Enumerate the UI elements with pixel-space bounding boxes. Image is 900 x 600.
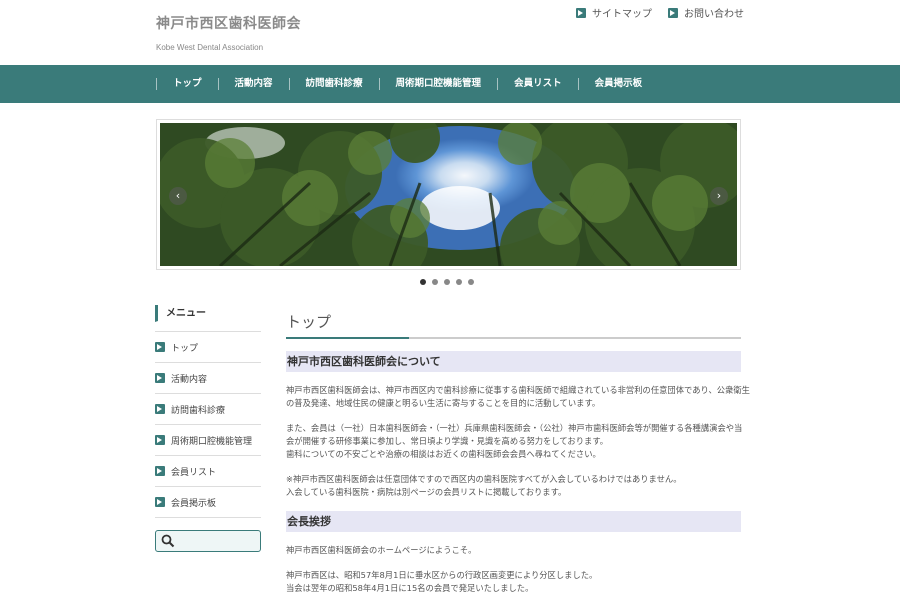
nav-item-members[interactable]: 会員リスト bbox=[497, 78, 578, 90]
sidebar: メニュー トップ 活動内容 訪問歯科診療 周術期口腔機能管理 会員リスト 会員掲… bbox=[155, 305, 261, 552]
greeting-paragraph: 神戸市西区歯科医師会のホームページにようこそ。 bbox=[286, 544, 741, 557]
forest-canopy-image bbox=[160, 123, 737, 266]
text-line: 神戸市西区歯科医師会は、神戸市西区内で歯科診療に従事する歯科医師で組織されている… bbox=[286, 385, 750, 395]
slide-next-button[interactable]: › bbox=[710, 187, 728, 205]
slide-image: ‹ › bbox=[160, 123, 737, 266]
nav-item-board[interactable]: 会員掲示板 bbox=[577, 78, 659, 90]
sidebar-item-members[interactable]: 会員リスト bbox=[155, 456, 261, 487]
arrow-right-icon bbox=[155, 435, 165, 445]
section-heading-greeting: 会長挨拶 bbox=[286, 511, 741, 532]
nav-item-activities[interactable]: 活動内容 bbox=[217, 78, 289, 90]
section-heading-about: 神戸市西区歯科医師会について bbox=[286, 351, 741, 372]
text-line: 神戸市西区は、昭和57年8月1日に垂水区からの行政区画変更により分区しました。 bbox=[286, 570, 598, 580]
greeting-paragraph: 神戸市西区は、昭和57年8月1日に垂水区からの行政区画変更により分区しました。 … bbox=[286, 569, 741, 595]
arrow-right-icon bbox=[155, 342, 165, 352]
site-subtitle: Kobe West Dental Association bbox=[156, 43, 264, 52]
arrow-right-icon bbox=[576, 7, 586, 18]
site-title[interactable]: 神戸市西区歯科医師会 bbox=[156, 13, 301, 33]
sidebar-item-home-visit[interactable]: 訪問歯科診療 bbox=[155, 394, 261, 425]
nav-item-top[interactable]: トップ bbox=[156, 78, 218, 90]
sidebar-item-activities[interactable]: 活動内容 bbox=[155, 363, 261, 394]
contact-link[interactable]: お問い合わせ bbox=[668, 5, 744, 20]
sidebar-item-label: 会員リスト bbox=[171, 467, 217, 478]
sidebar-item-label: 周術期口腔機能管理 bbox=[171, 436, 253, 447]
sidebar-item-board[interactable]: 会員掲示板 bbox=[155, 487, 261, 518]
utility-links: サイトマップ お問い合わせ bbox=[576, 5, 744, 20]
sidebar-item-label: 訪問歯科診療 bbox=[171, 405, 226, 416]
arrow-right-icon bbox=[155, 466, 165, 476]
contact-label: お問い合わせ bbox=[684, 9, 744, 20]
slider-dot[interactable] bbox=[420, 279, 426, 285]
text-line: 歯科についての不安ごとや治療の相談はお近くの歯科医師会会員へ尋ねてください。 bbox=[286, 449, 601, 459]
sidebar-item-label: 会員掲示板 bbox=[171, 498, 217, 509]
arrow-right-icon bbox=[668, 7, 678, 18]
arrow-right-icon bbox=[155, 373, 165, 383]
arrow-right-icon bbox=[155, 404, 165, 414]
sidebar-item-top[interactable]: トップ bbox=[155, 332, 261, 363]
text-line: また、会員は（一社）日本歯科医師会・（一社）兵庫県歯科医師会・（公社）神戸市歯科… bbox=[286, 423, 743, 433]
text-line: ※神戸市西区歯科医師会は任意団体ですので西区内の歯科医院すべてが入会しているわけ… bbox=[286, 474, 682, 484]
arrow-right-icon bbox=[155, 497, 165, 507]
sidebar-item-perioperative[interactable]: 周術期口腔機能管理 bbox=[155, 425, 261, 456]
nav-item-perioperative[interactable]: 周術期口腔機能管理 bbox=[378, 78, 498, 90]
search-icon[interactable] bbox=[161, 534, 175, 548]
title-rule bbox=[286, 337, 741, 339]
text-line: 入会している歯科医院・病院は別ページの会員リストに掲載しております。 bbox=[286, 487, 567, 497]
slider-dot[interactable] bbox=[444, 279, 450, 285]
about-paragraph: ※神戸市西区歯科医師会は任意団体ですので西区内の歯科医院すべてが入会しているわけ… bbox=[286, 473, 741, 499]
nav-item-home-visit[interactable]: 訪問歯科診療 bbox=[288, 78, 379, 90]
text-line: 神戸市西区歯科医師会のホームページにようこそ。 bbox=[286, 545, 477, 555]
image-slider: ‹ › bbox=[156, 119, 741, 270]
slider-dots bbox=[420, 279, 474, 285]
main-nav: トップ 活動内容 訪問歯科診療 周術期口腔機能管理 会員リスト 会員掲示板 bbox=[0, 65, 900, 103]
slide-prev-button[interactable]: ‹ bbox=[169, 187, 187, 205]
search-box bbox=[155, 530, 261, 552]
slider-dot[interactable] bbox=[432, 279, 438, 285]
sitemap-link[interactable]: サイトマップ bbox=[576, 5, 652, 20]
about-paragraph: また、会員は（一社）日本歯科医師会・（一社）兵庫県歯科医師会・（公社）神戸市歯科… bbox=[286, 422, 743, 461]
slider-dot[interactable] bbox=[456, 279, 462, 285]
page-title: トップ bbox=[286, 313, 332, 331]
nav-list: トップ 活動内容 訪問歯科診療 周術期口腔機能管理 会員リスト 会員掲示板 bbox=[156, 65, 658, 103]
text-line: の普及発達、地域住民の健康と明るい生活に寄与することを目的に活動しています。 bbox=[286, 398, 601, 408]
slider-dot[interactable] bbox=[468, 279, 474, 285]
text-line: 会が開催する研修事業に参加し、常日頃より学識・見識を高める努力をしております。 bbox=[286, 436, 609, 446]
sitemap-label: サイトマップ bbox=[592, 9, 652, 20]
text-line: 当会は翌年の昭和58年4月1日に15名の会員で発足いたしました。 bbox=[286, 583, 534, 593]
sidebar-item-label: トップ bbox=[171, 343, 199, 354]
sidebar-heading: メニュー bbox=[155, 305, 261, 322]
search-input[interactable] bbox=[175, 532, 255, 550]
about-paragraph: 神戸市西区歯科医師会は、神戸市西区内で歯科診療に従事する歯科医師で組織されている… bbox=[286, 384, 750, 410]
sidebar-heading-wrap: メニュー bbox=[155, 305, 261, 332]
sidebar-item-label: 活動内容 bbox=[171, 374, 208, 385]
main-content: トップ 神戸市西区歯科医師会について 神戸市西区歯科医師会は、神戸市西区内で歯科… bbox=[286, 311, 750, 595]
